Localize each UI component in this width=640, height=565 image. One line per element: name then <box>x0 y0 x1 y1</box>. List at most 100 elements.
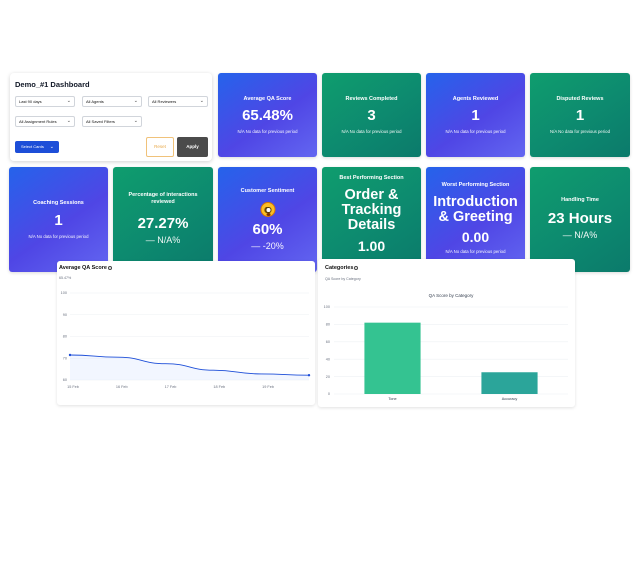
y-tick-label: 100 <box>324 305 330 309</box>
saved-filters-select[interactable]: All Saved Filters ⌄ <box>82 116 142 127</box>
x-tick-label: 19 Feb <box>262 385 274 389</box>
card-title: Handling Time <box>561 197 599 203</box>
assignment-rules-value: All Assignment Rules <box>19 119 57 124</box>
card-value: 1 <box>575 107 585 124</box>
agents-select[interactable]: All Agents ⌄ <box>82 96 142 107</box>
info-icon[interactable] <box>354 265 359 270</box>
card-title: Coaching Sessions <box>33 200 84 206</box>
x-tick-label: 15 Feb <box>67 385 79 389</box>
line-point <box>68 353 72 357</box>
agents-value: All Agents <box>86 99 104 104</box>
y-tick-label: 0 <box>328 392 330 396</box>
average-qa-score-card[interactable]: Average QA Score 65.48% N/A No data for … <box>218 73 317 157</box>
y-tick-label: 60 <box>63 378 67 382</box>
x-tick-label: 16 Feb <box>116 385 128 389</box>
card-value: 23 Hours <box>547 210 613 227</box>
select-cards-label: Select Cards <box>21 144 44 149</box>
card-value: 1 <box>471 107 480 124</box>
chevron-down-icon: ⌄ <box>133 98 138 104</box>
chevron-down-icon: ⌄ <box>133 118 138 124</box>
customer-sentiment-card[interactable]: Customer Sentiment 60% — -20% <box>218 167 317 272</box>
card-title: Best Performing Section <box>339 175 404 181</box>
line-chart: 60 70 80 90 100 15 Feb 16 Feb 17 Feb 18 Feb 19 Fe… <box>61 291 311 389</box>
categories-panel: Categories QA Score by Category QA Score… <box>318 259 575 407</box>
x-tick-label: Tone <box>388 397 396 401</box>
panel-subtitle: QA Score by Category <box>325 277 361 281</box>
line-point <box>307 374 311 377</box>
card-subtext: N/A No data for previous period <box>445 129 506 134</box>
card-value: 1 <box>54 212 63 229</box>
average-qa-score-panel: Average QA Score 65.47% 60 70 80 90 100 15 Fe… <box>57 261 315 405</box>
reviewers-value: All Reviewers <box>152 99 177 104</box>
card-title: Average QA Score <box>243 96 292 102</box>
best-section-name: Order & Tracking Details <box>341 187 402 233</box>
filter-panel: Demo_#1 Dashboard Last 90 days ⌄ All Agen… <box>10 73 212 161</box>
saved-filters-value: All Saved Filters <box>86 119 115 124</box>
coaching-sessions-card[interactable]: Coaching Sessions 1 N/A No data for prev… <box>9 167 108 272</box>
y-tick-label: 20 <box>326 375 330 379</box>
y-tick-label: 80 <box>63 335 67 339</box>
card-subtext: N/A No data for previous period <box>237 129 298 134</box>
chevron-down-icon: ⌄ <box>49 144 54 150</box>
handling-time-card[interactable]: Handling Time 23 Hours — N/A% <box>530 167 630 272</box>
card-title: Agents Reviewed <box>452 96 499 102</box>
apply-button[interactable]: Apply <box>177 137 208 157</box>
card-delta: — N/A% <box>145 235 181 245</box>
card-delta: — -20% <box>251 241 284 251</box>
card-title: Percentage of interactions reviewed <box>128 192 198 205</box>
card-title: Customer Sentiment <box>240 188 295 194</box>
worst-section-name: Introduction & Greeting <box>433 194 518 225</box>
panel-title: Categories <box>325 265 354 271</box>
card-value: 27.27% <box>137 215 189 232</box>
card-value: 0.00 <box>461 229 490 245</box>
y-tick-label: 70 <box>63 356 67 360</box>
card-value: 65.48% <box>242 107 293 124</box>
chart-title: QA Score by Category <box>429 293 475 298</box>
card-delta: — N/A% <box>562 230 598 240</box>
card-value: 1.00 <box>357 238 386 254</box>
percentage-reviewed-card[interactable]: Percentage of interactions reviewed 27.2… <box>113 167 213 272</box>
card-subtext: N/A No data for previous period <box>28 234 89 239</box>
best-section-card[interactable]: Best Performing Section Order & Tracking… <box>322 167 421 272</box>
y-tick-label: 100 <box>61 291 67 295</box>
disputed-reviews-card[interactable]: Disputed Reviews 1 N/A No data for previ… <box>530 73 630 157</box>
panel-subtitle: 65.47% <box>59 276 72 280</box>
card-subtext: N/A No data for previous period <box>341 129 402 134</box>
panel-title-wrap: Categories <box>325 265 359 271</box>
y-tick-label: 80 <box>326 323 330 327</box>
line-area <box>70 354 309 380</box>
worst-section-card[interactable]: Worst Performing Section Introduction & … <box>426 167 525 272</box>
dashboard-title: Demo_#1 Dashboard <box>15 80 90 89</box>
card-title: Worst Performing Section <box>441 182 510 188</box>
info-icon[interactable] <box>107 265 112 270</box>
card-value: 3 <box>367 107 376 124</box>
chevron-down-icon: ⌄ <box>66 118 71 124</box>
y-tick-label: 60 <box>326 340 330 344</box>
date-range-select[interactable]: Last 90 days ⌄ <box>15 96 75 107</box>
bar <box>364 322 421 394</box>
x-tick-label: 18 Feb <box>213 385 225 389</box>
reviews-completed-card[interactable]: Reviews Completed 3 N/A No data for prev… <box>322 73 421 157</box>
panel-title: Average QA Score <box>59 265 107 271</box>
agents-reviewed-card[interactable]: Agents Reviewed 1 N/A No data for previo… <box>426 73 525 157</box>
panel-title-wrap: Average QA Score <box>59 265 112 271</box>
card-title: Disputed Reviews <box>556 96 604 102</box>
date-range-value: Last 90 days <box>19 99 42 104</box>
card-value: 60% <box>252 221 283 238</box>
x-tick-label: Accuracy <box>502 397 518 401</box>
card-subtext: N/A No data for previous period <box>445 249 506 254</box>
assignment-rules-select[interactable]: All Assignment Rules ⌄ <box>15 116 75 127</box>
bar-chart: QA Score by Category 0 20 40 60 80 100 Tone Accu… <box>324 293 568 401</box>
select-cards-button[interactable]: Select Cards ⌄ <box>15 141 59 153</box>
chevron-down-icon: ⌄ <box>66 98 71 104</box>
chevron-down-icon: ⌄ <box>199 98 204 104</box>
y-tick-label: 40 <box>326 357 330 361</box>
reset-button[interactable]: Reset <box>146 137 174 157</box>
x-tick-label: 17 Feb <box>165 385 177 389</box>
flushed-face-icon <box>260 202 275 217</box>
y-tick-label: 90 <box>63 313 67 317</box>
bar <box>481 372 538 394</box>
reviewers-select[interactable]: All Reviewers ⌄ <box>148 96 208 107</box>
card-title: Reviews Completed <box>345 96 398 102</box>
card-subtext: N/A No data for previous period <box>550 129 610 134</box>
